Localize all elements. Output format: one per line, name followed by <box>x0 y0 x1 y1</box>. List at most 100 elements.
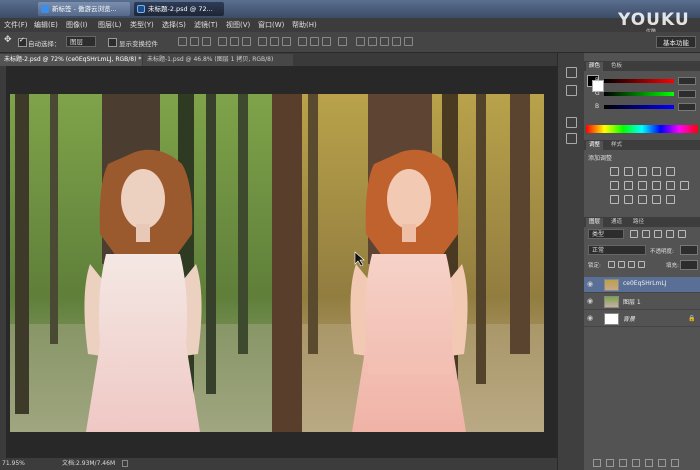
distribute-hcenter-icon[interactable] <box>310 37 319 46</box>
filter-smart-object-icon[interactable] <box>678 230 686 238</box>
filter-pixel-icon[interactable] <box>630 230 638 238</box>
lock-pixels-icon[interactable] <box>618 261 625 268</box>
red-value-field[interactable] <box>678 77 696 85</box>
3d-slide-icon[interactable] <box>404 37 413 46</box>
workspace-switcher[interactable]: 基本功能 <box>656 36 696 48</box>
lock-position-icon[interactable] <box>628 261 635 268</box>
color-spectrum-ramp[interactable] <box>586 125 698 133</box>
paragraph-icon[interactable] <box>566 133 577 144</box>
tab-layers[interactable]: 图层 <box>586 218 604 227</box>
menu-window[interactable]: 窗口(W) <box>258 20 284 30</box>
history-icon[interactable] <box>566 67 577 78</box>
move-tool-icon[interactable]: ✥ <box>4 35 12 45</box>
tab-document-1[interactable]: 未标题-1.psd @ 46.8% (图层 1 拷贝, RGB/8) <box>143 54 293 66</box>
tab-paths[interactable]: 路径 <box>630 218 647 227</box>
align-right-icon[interactable] <box>242 37 251 46</box>
delete-layer-icon[interactable] <box>671 459 679 467</box>
color-lookup-icon[interactable] <box>680 181 689 190</box>
tab-document-2[interactable]: 未标题-2.psd @ 72% (ce0EqSHrLmLJ, RGB/8) * <box>0 54 142 66</box>
auto-align-icon[interactable] <box>338 37 347 46</box>
tab-color[interactable]: 颜色 <box>586 62 604 71</box>
menu-file[interactable]: 文件(F) <box>4 20 28 30</box>
taskbar-tab-photoshop[interactable]: 未标题-2.psd @ 72... <box>134 2 224 16</box>
blue-value-field[interactable] <box>678 103 696 111</box>
channel-mixer-icon[interactable] <box>666 181 675 190</box>
exposure-icon[interactable] <box>652 167 661 176</box>
tab-styles[interactable]: 样式 <box>608 141 625 150</box>
taskbar-tab-browser[interactable]: 新标签 - 傲游云浏览... <box>38 2 130 16</box>
menu-type[interactable]: 类型(Y) <box>130 20 154 30</box>
new-adjustment-icon[interactable] <box>632 459 640 467</box>
threshold-icon[interactable] <box>638 195 647 204</box>
properties-icon[interactable] <box>566 85 577 96</box>
visibility-eye-icon[interactable]: ◉ <box>587 315 595 322</box>
gradient-map-icon[interactable] <box>652 195 661 204</box>
black-white-icon[interactable] <box>638 181 647 190</box>
filter-type-icon[interactable] <box>654 230 662 238</box>
lock-transparent-icon[interactable] <box>608 261 615 268</box>
posterize-icon[interactable] <box>624 195 633 204</box>
menu-help[interactable]: 帮助(H) <box>292 20 317 30</box>
tab-adjustments[interactable]: 调整 <box>586 141 604 150</box>
layer-style-icon[interactable] <box>606 459 614 467</box>
filter-adjustment-icon[interactable] <box>642 230 650 238</box>
green-value-field[interactable] <box>678 90 696 98</box>
align-vcenter-icon[interactable] <box>190 37 199 46</box>
layer-filter-kind-dropdown[interactable]: 类型 <box>588 229 624 239</box>
menu-edit[interactable]: 编辑(E) <box>34 20 58 30</box>
align-hcenter-icon[interactable] <box>230 37 239 46</box>
layer-row[interactable]: ◉ ce0EqSHrLmLJ <box>584 277 700 293</box>
menu-layer[interactable]: 图层(L) <box>98 20 121 30</box>
layer-name[interactable]: 图层 1 <box>623 297 641 306</box>
distribute-vcenter-icon[interactable] <box>270 37 279 46</box>
curves-icon[interactable] <box>638 167 647 176</box>
visibility-eye-icon[interactable]: ◉ <box>587 298 595 305</box>
auto-select-dropdown[interactable]: 图层 <box>66 36 96 47</box>
auto-select-checkbox[interactable] <box>18 36 27 47</box>
menu-image[interactable]: 图像(I) <box>66 20 88 30</box>
3d-mode-icon[interactable] <box>356 37 365 46</box>
filter-shape-icon[interactable] <box>666 230 674 238</box>
zoom-readout[interactable]: 71.95% <box>2 458 25 470</box>
align-left-icon[interactable] <box>218 37 227 46</box>
3d-roll-icon[interactable] <box>380 37 389 46</box>
invert-icon[interactable] <box>610 195 619 204</box>
color-balance-icon[interactable] <box>624 181 633 190</box>
blue-slider[interactable]: B <box>595 103 698 112</box>
menu-filter[interactable]: 滤镜(T) <box>194 20 218 30</box>
align-bottom-icon[interactable] <box>202 37 211 46</box>
layer-name[interactable]: ce0EqSHrLmLJ <box>623 280 667 287</box>
layer-row[interactable]: ◉ 图层 1 <box>584 294 700 310</box>
menu-select[interactable]: 选择(S) <box>162 20 186 30</box>
levels-icon[interactable] <box>624 167 633 176</box>
show-transform-checkbox[interactable] <box>108 38 117 47</box>
tab-channels[interactable]: 通道 <box>608 218 625 227</box>
vibrance-icon[interactable] <box>666 167 675 176</box>
layer-name[interactable]: 背景 <box>623 314 635 323</box>
red-slider[interactable]: R <box>595 77 698 86</box>
new-layer-icon[interactable] <box>658 459 666 467</box>
tab-swatches[interactable]: 色板 <box>608 62 625 71</box>
distribute-top-icon[interactable] <box>258 37 267 46</box>
brightness-contrast-icon[interactable] <box>610 167 619 176</box>
menu-view[interactable]: 视图(V) <box>226 20 250 30</box>
lock-all-icon[interactable] <box>638 261 645 268</box>
selective-color-icon[interactable] <box>666 195 675 204</box>
character-icon[interactable] <box>566 117 577 128</box>
3d-rotate-icon[interactable] <box>368 37 377 46</box>
photo-filter-icon[interactable] <box>652 181 661 190</box>
blend-mode-dropdown[interactable]: 正常 <box>588 245 646 255</box>
status-menu-arrow-icon[interactable] <box>122 460 128 467</box>
distribute-left-icon[interactable] <box>298 37 307 46</box>
green-slider[interactable]: G <box>595 90 698 99</box>
distribute-right-icon[interactable] <box>322 37 331 46</box>
distribute-bottom-icon[interactable] <box>282 37 291 46</box>
link-layers-icon[interactable] <box>593 459 601 467</box>
hue-saturation-icon[interactable] <box>610 181 619 190</box>
opacity-field[interactable] <box>680 245 698 255</box>
add-mask-icon[interactable] <box>619 459 627 467</box>
align-top-icon[interactable] <box>178 37 187 46</box>
new-group-icon[interactable] <box>645 459 653 467</box>
visibility-eye-icon[interactable]: ◉ <box>587 281 595 288</box>
3d-pan-icon[interactable] <box>392 37 401 46</box>
